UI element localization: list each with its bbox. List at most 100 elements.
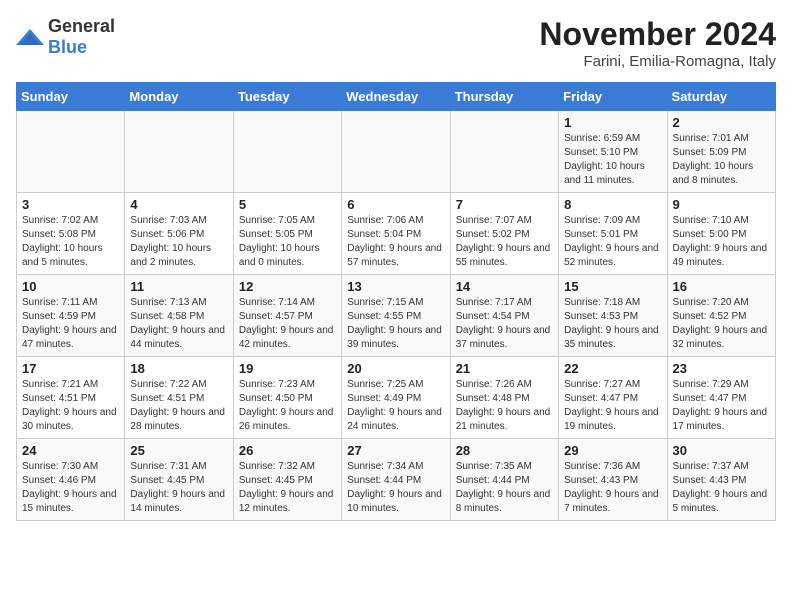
day-info: Sunrise: 7:03 AM Sunset: 5:06 PM Dayligh…: [130, 214, 227, 270]
day-info: Sunrise: 6:59 AM Sunset: 5:10 PM Dayligh…: [564, 132, 661, 188]
calendar-table: SundayMondayTuesdayWednesdayThursdayFrid…: [16, 82, 776, 521]
day-info: Sunrise: 7:18 AM Sunset: 4:53 PM Dayligh…: [564, 296, 661, 352]
day-number: 13: [347, 279, 444, 294]
day-cell: 20 Sunrise: 7:25 AM Sunset: 4:49 PM Dayli…: [342, 357, 450, 439]
day-info: Sunrise: 7:07 AM Sunset: 5:02 PM Dayligh…: [456, 214, 553, 270]
day-cell: 25 Sunrise: 7:31 AM Sunset: 4:45 PM Dayli…: [125, 439, 233, 521]
day-number: 21: [456, 361, 553, 376]
weekday-header-thursday: Thursday: [450, 83, 558, 111]
month-title: November 2024: [539, 16, 776, 53]
day-cell: [17, 111, 125, 193]
day-info: Sunrise: 7:31 AM Sunset: 4:45 PM Dayligh…: [130, 460, 227, 516]
day-info: Sunrise: 7:09 AM Sunset: 5:01 PM Dayligh…: [564, 214, 661, 270]
week-row-5: 24 Sunrise: 7:30 AM Sunset: 4:46 PM Dayli…: [17, 439, 776, 521]
day-number: 20: [347, 361, 444, 376]
day-number: 29: [564, 443, 661, 458]
logo: General Blue: [16, 16, 115, 58]
day-info: Sunrise: 7:13 AM Sunset: 4:58 PM Dayligh…: [130, 296, 227, 352]
day-number: 4: [130, 197, 227, 212]
week-row-4: 17 Sunrise: 7:21 AM Sunset: 4:51 PM Dayli…: [17, 357, 776, 439]
day-info: Sunrise: 7:23 AM Sunset: 4:50 PM Dayligh…: [239, 378, 336, 434]
day-cell: 6Sunrise: 7:06 AM Sunset: 5:04 PM Daylig…: [342, 193, 450, 275]
day-number: 27: [347, 443, 444, 458]
day-cell: 29 Sunrise: 7:36 AM Sunset: 4:43 PM Dayli…: [559, 439, 667, 521]
day-info: Sunrise: 7:21 AM Sunset: 4:51 PM Dayligh…: [22, 378, 119, 434]
day-number: 1: [564, 115, 661, 130]
week-row-2: 3Sunrise: 7:02 AM Sunset: 5:08 PM Daylig…: [17, 193, 776, 275]
day-info: Sunrise: 7:05 AM Sunset: 5:05 PM Dayligh…: [239, 214, 336, 270]
day-cell: 27 Sunrise: 7:34 AM Sunset: 4:44 PM Dayli…: [342, 439, 450, 521]
day-cell: 24 Sunrise: 7:30 AM Sunset: 4:46 PM Dayli…: [17, 439, 125, 521]
day-cell: 12 Sunrise: 7:14 AM Sunset: 4:57 PM Dayli…: [233, 275, 341, 357]
day-number: 19: [239, 361, 336, 376]
weekday-header-wednesday: Wednesday: [342, 83, 450, 111]
day-info: Sunrise: 7:15 AM Sunset: 4:55 PM Dayligh…: [347, 296, 444, 352]
header: General Blue November 2024 Farini, Emili…: [16, 16, 776, 70]
day-number: 23: [673, 361, 770, 376]
day-number: 16: [673, 279, 770, 294]
weekday-header-sunday: Sunday: [17, 83, 125, 111]
title-area: November 2024 Farini, Emilia-Romagna, It…: [539, 16, 776, 70]
day-info: Sunrise: 7:14 AM Sunset: 4:57 PM Dayligh…: [239, 296, 336, 352]
day-cell: 19 Sunrise: 7:23 AM Sunset: 4:50 PM Dayli…: [233, 357, 341, 439]
day-number: 26: [239, 443, 336, 458]
day-number: 22: [564, 361, 661, 376]
day-cell: 15 Sunrise: 7:18 AM Sunset: 4:53 PM Dayli…: [559, 275, 667, 357]
day-cell: 13 Sunrise: 7:15 AM Sunset: 4:55 PM Dayli…: [342, 275, 450, 357]
day-info: Sunrise: 7:29 AM Sunset: 4:47 PM Dayligh…: [673, 378, 770, 434]
day-number: 11: [130, 279, 227, 294]
logo-icon: [16, 27, 44, 47]
weekday-header-friday: Friday: [559, 83, 667, 111]
weekday-header-saturday: Saturday: [667, 83, 775, 111]
day-number: 9: [673, 197, 770, 212]
day-cell: 16Sunrise: 7:20 AM Sunset: 4:52 PM Dayli…: [667, 275, 775, 357]
day-cell: 7 Sunrise: 7:07 AM Sunset: 5:02 PM Daylig…: [450, 193, 558, 275]
day-number: 8: [564, 197, 661, 212]
day-cell: 14Sunrise: 7:17 AM Sunset: 4:54 PM Dayli…: [450, 275, 558, 357]
day-number: 28: [456, 443, 553, 458]
day-info: Sunrise: 7:34 AM Sunset: 4:44 PM Dayligh…: [347, 460, 444, 516]
day-cell: 5 Sunrise: 7:05 AM Sunset: 5:05 PM Daylig…: [233, 193, 341, 275]
day-info: Sunrise: 7:35 AM Sunset: 4:44 PM Dayligh…: [456, 460, 553, 516]
weekday-header-tuesday: Tuesday: [233, 83, 341, 111]
week-row-1: 1 Sunrise: 6:59 AM Sunset: 5:10 PM Daylig…: [17, 111, 776, 193]
day-number: 17: [22, 361, 119, 376]
day-cell: 10Sunrise: 7:11 AM Sunset: 4:59 PM Dayli…: [17, 275, 125, 357]
week-row-3: 10Sunrise: 7:11 AM Sunset: 4:59 PM Dayli…: [17, 275, 776, 357]
day-cell: 2Sunrise: 7:01 AM Sunset: 5:09 PM Daylig…: [667, 111, 775, 193]
day-number: 2: [673, 115, 770, 130]
day-info: Sunrise: 7:22 AM Sunset: 4:51 PM Dayligh…: [130, 378, 227, 434]
day-cell: 22Sunrise: 7:27 AM Sunset: 4:47 PM Dayli…: [559, 357, 667, 439]
day-number: 30: [673, 443, 770, 458]
day-cell: [450, 111, 558, 193]
day-cell: 1 Sunrise: 6:59 AM Sunset: 5:10 PM Daylig…: [559, 111, 667, 193]
day-number: 15: [564, 279, 661, 294]
day-info: Sunrise: 7:26 AM Sunset: 4:48 PM Dayligh…: [456, 378, 553, 434]
day-info: Sunrise: 7:30 AM Sunset: 4:46 PM Dayligh…: [22, 460, 119, 516]
day-cell: 17 Sunrise: 7:21 AM Sunset: 4:51 PM Dayli…: [17, 357, 125, 439]
day-cell: 8 Sunrise: 7:09 AM Sunset: 5:01 PM Daylig…: [559, 193, 667, 275]
day-info: Sunrise: 7:10 AM Sunset: 5:00 PM Dayligh…: [673, 214, 770, 270]
logo-general: General: [48, 16, 115, 36]
day-number: 25: [130, 443, 227, 458]
day-info: Sunrise: 7:25 AM Sunset: 4:49 PM Dayligh…: [347, 378, 444, 434]
day-number: 24: [22, 443, 119, 458]
day-number: 5: [239, 197, 336, 212]
day-cell: 28 Sunrise: 7:35 AM Sunset: 4:44 PM Dayli…: [450, 439, 558, 521]
day-info: Sunrise: 7:32 AM Sunset: 4:45 PM Dayligh…: [239, 460, 336, 516]
day-number: 18: [130, 361, 227, 376]
day-cell: 9 Sunrise: 7:10 AM Sunset: 5:00 PM Daylig…: [667, 193, 775, 275]
logo-text: General Blue: [48, 16, 115, 58]
day-cell: 18 Sunrise: 7:22 AM Sunset: 4:51 PM Dayli…: [125, 357, 233, 439]
day-number: 7: [456, 197, 553, 212]
day-info: Sunrise: 7:11 AM Sunset: 4:59 PM Dayligh…: [22, 296, 119, 352]
day-info: Sunrise: 7:37 AM Sunset: 4:43 PM Dayligh…: [673, 460, 770, 516]
day-cell: [125, 111, 233, 193]
day-cell: 4 Sunrise: 7:03 AM Sunset: 5:06 PM Daylig…: [125, 193, 233, 275]
day-cell: 3Sunrise: 7:02 AM Sunset: 5:08 PM Daylig…: [17, 193, 125, 275]
day-number: 12: [239, 279, 336, 294]
location-title: Farini, Emilia-Romagna, Italy: [539, 53, 776, 70]
day-info: Sunrise: 7:36 AM Sunset: 4:43 PM Dayligh…: [564, 460, 661, 516]
day-cell: [342, 111, 450, 193]
weekday-header-row: SundayMondayTuesdayWednesdayThursdayFrid…: [17, 83, 776, 111]
